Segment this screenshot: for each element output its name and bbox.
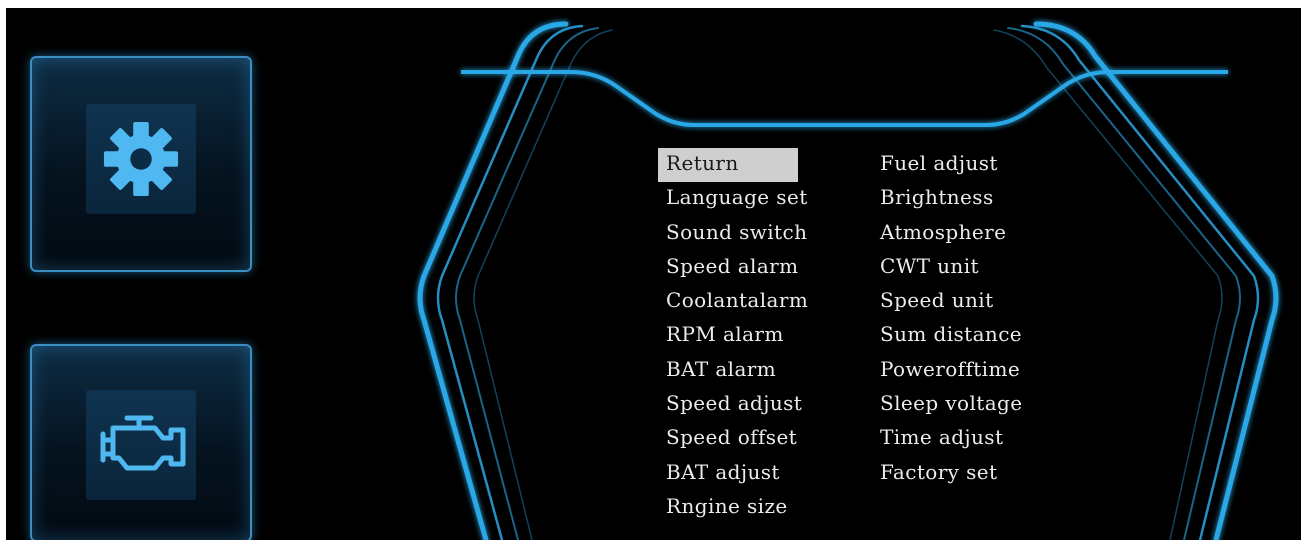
dashboard-frame	[417, 21, 1279, 540]
menu-item-sleep-voltage[interactable]: Sleep voltage	[872, 388, 1022, 422]
menu-item-bat-alarm[interactable]: BAT alarm	[658, 354, 808, 388]
menu-item-factory-set[interactable]: Factory set	[872, 457, 1022, 491]
menu-item-sound-switch[interactable]: Sound switch	[658, 217, 808, 251]
menu-item-power-off-time[interactable]: Powerofftime	[872, 354, 1022, 388]
menu-item-speed-offset[interactable]: Speed offset	[658, 422, 808, 456]
menu-item-time-adjust[interactable]: Time adjust	[872, 422, 1022, 456]
menu-item-brightness[interactable]: Brightness	[872, 182, 1022, 216]
menu-item-sum-distance[interactable]: Sum distance	[872, 319, 1022, 353]
menu-item-speed-unit[interactable]: Speed unit	[872, 285, 1022, 319]
menu-item-speed-adjust[interactable]: Speed adjust	[658, 388, 808, 422]
menu-item-cwt-unit[interactable]: CWT unit	[872, 251, 1022, 285]
menu-item-engine-size[interactable]: Rngine size	[658, 491, 808, 525]
dashboard-screen: Return Language set Sound switch Speed a…	[6, 8, 1301, 540]
menu-item-speed-alarm[interactable]: Speed alarm	[658, 251, 808, 285]
menu-item-return[interactable]: Return	[658, 148, 798, 183]
settings-menu-right: Fuel adjust Brightness Atmosphere CWT un…	[872, 148, 1022, 491]
menu-item-coolant-alarm[interactable]: Coolantalarm	[658, 285, 808, 319]
menu-item-atmosphere[interactable]: Atmosphere	[872, 217, 1022, 251]
menu-item-bat-adjust[interactable]: BAT adjust	[658, 457, 808, 491]
menu-item-language-set[interactable]: Language set	[658, 182, 808, 216]
settings-menu-left: Return Language set Sound switch Speed a…	[658, 148, 808, 525]
menu-item-fuel-adjust[interactable]: Fuel adjust	[872, 148, 1022, 182]
menu-item-rpm-alarm[interactable]: RPM alarm	[658, 319, 808, 353]
